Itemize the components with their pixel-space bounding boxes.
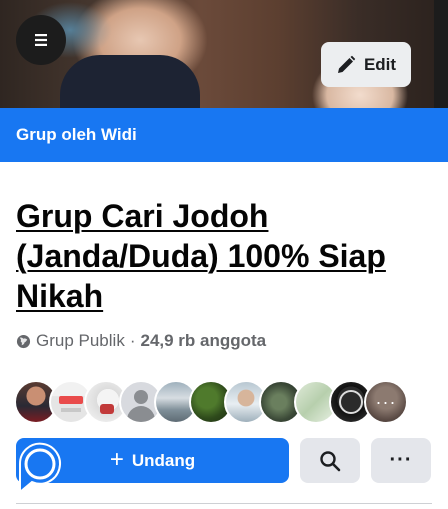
member-avatars[interactable]: ···: [14, 380, 408, 424]
pencil-icon: [337, 55, 356, 73]
more-members-avatar[interactable]: ···: [364, 380, 408, 424]
group-meta: Grup Publik · 24,9 rb anggota: [16, 330, 266, 352]
globe-icon: [16, 334, 31, 348]
more-dots: ···: [375, 391, 397, 412]
plus-icon: +: [109, 445, 124, 473]
edit-cover-button[interactable]: Edit: [321, 42, 411, 87]
chat-bubble-icon[interactable]: [16, 440, 64, 496]
more-options-icon: ···: [389, 449, 413, 471]
group-title[interactable]: Grup Cari Jodoh (Janda/Duda) 100% Siap N…: [16, 196, 436, 316]
hamburger-menu-icon: [35, 34, 47, 46]
search-icon: [320, 450, 341, 471]
edit-label: Edit: [363, 54, 397, 74]
cover-photo-figure: [60, 55, 200, 108]
group-page: Edit Grup oleh Widi Grup Cari Jodoh (Jan…: [0, 0, 448, 509]
group-owner-label: Grup oleh Widi: [16, 125, 137, 144]
group-owner-bar[interactable]: Grup oleh Widi: [0, 108, 448, 162]
group-privacy: Grup Publik: [36, 331, 125, 350]
meta-separator: ·: [129, 331, 136, 350]
more-options-button[interactable]: ···: [371, 438, 431, 483]
menu-button[interactable]: [16, 15, 66, 65]
member-count[interactable]: 24,9 rb anggota: [141, 331, 267, 351]
divider: [16, 503, 432, 504]
search-button[interactable]: [300, 438, 360, 483]
invite-label: Undang: [131, 450, 196, 470]
cover-photo-edge: [434, 0, 448, 108]
